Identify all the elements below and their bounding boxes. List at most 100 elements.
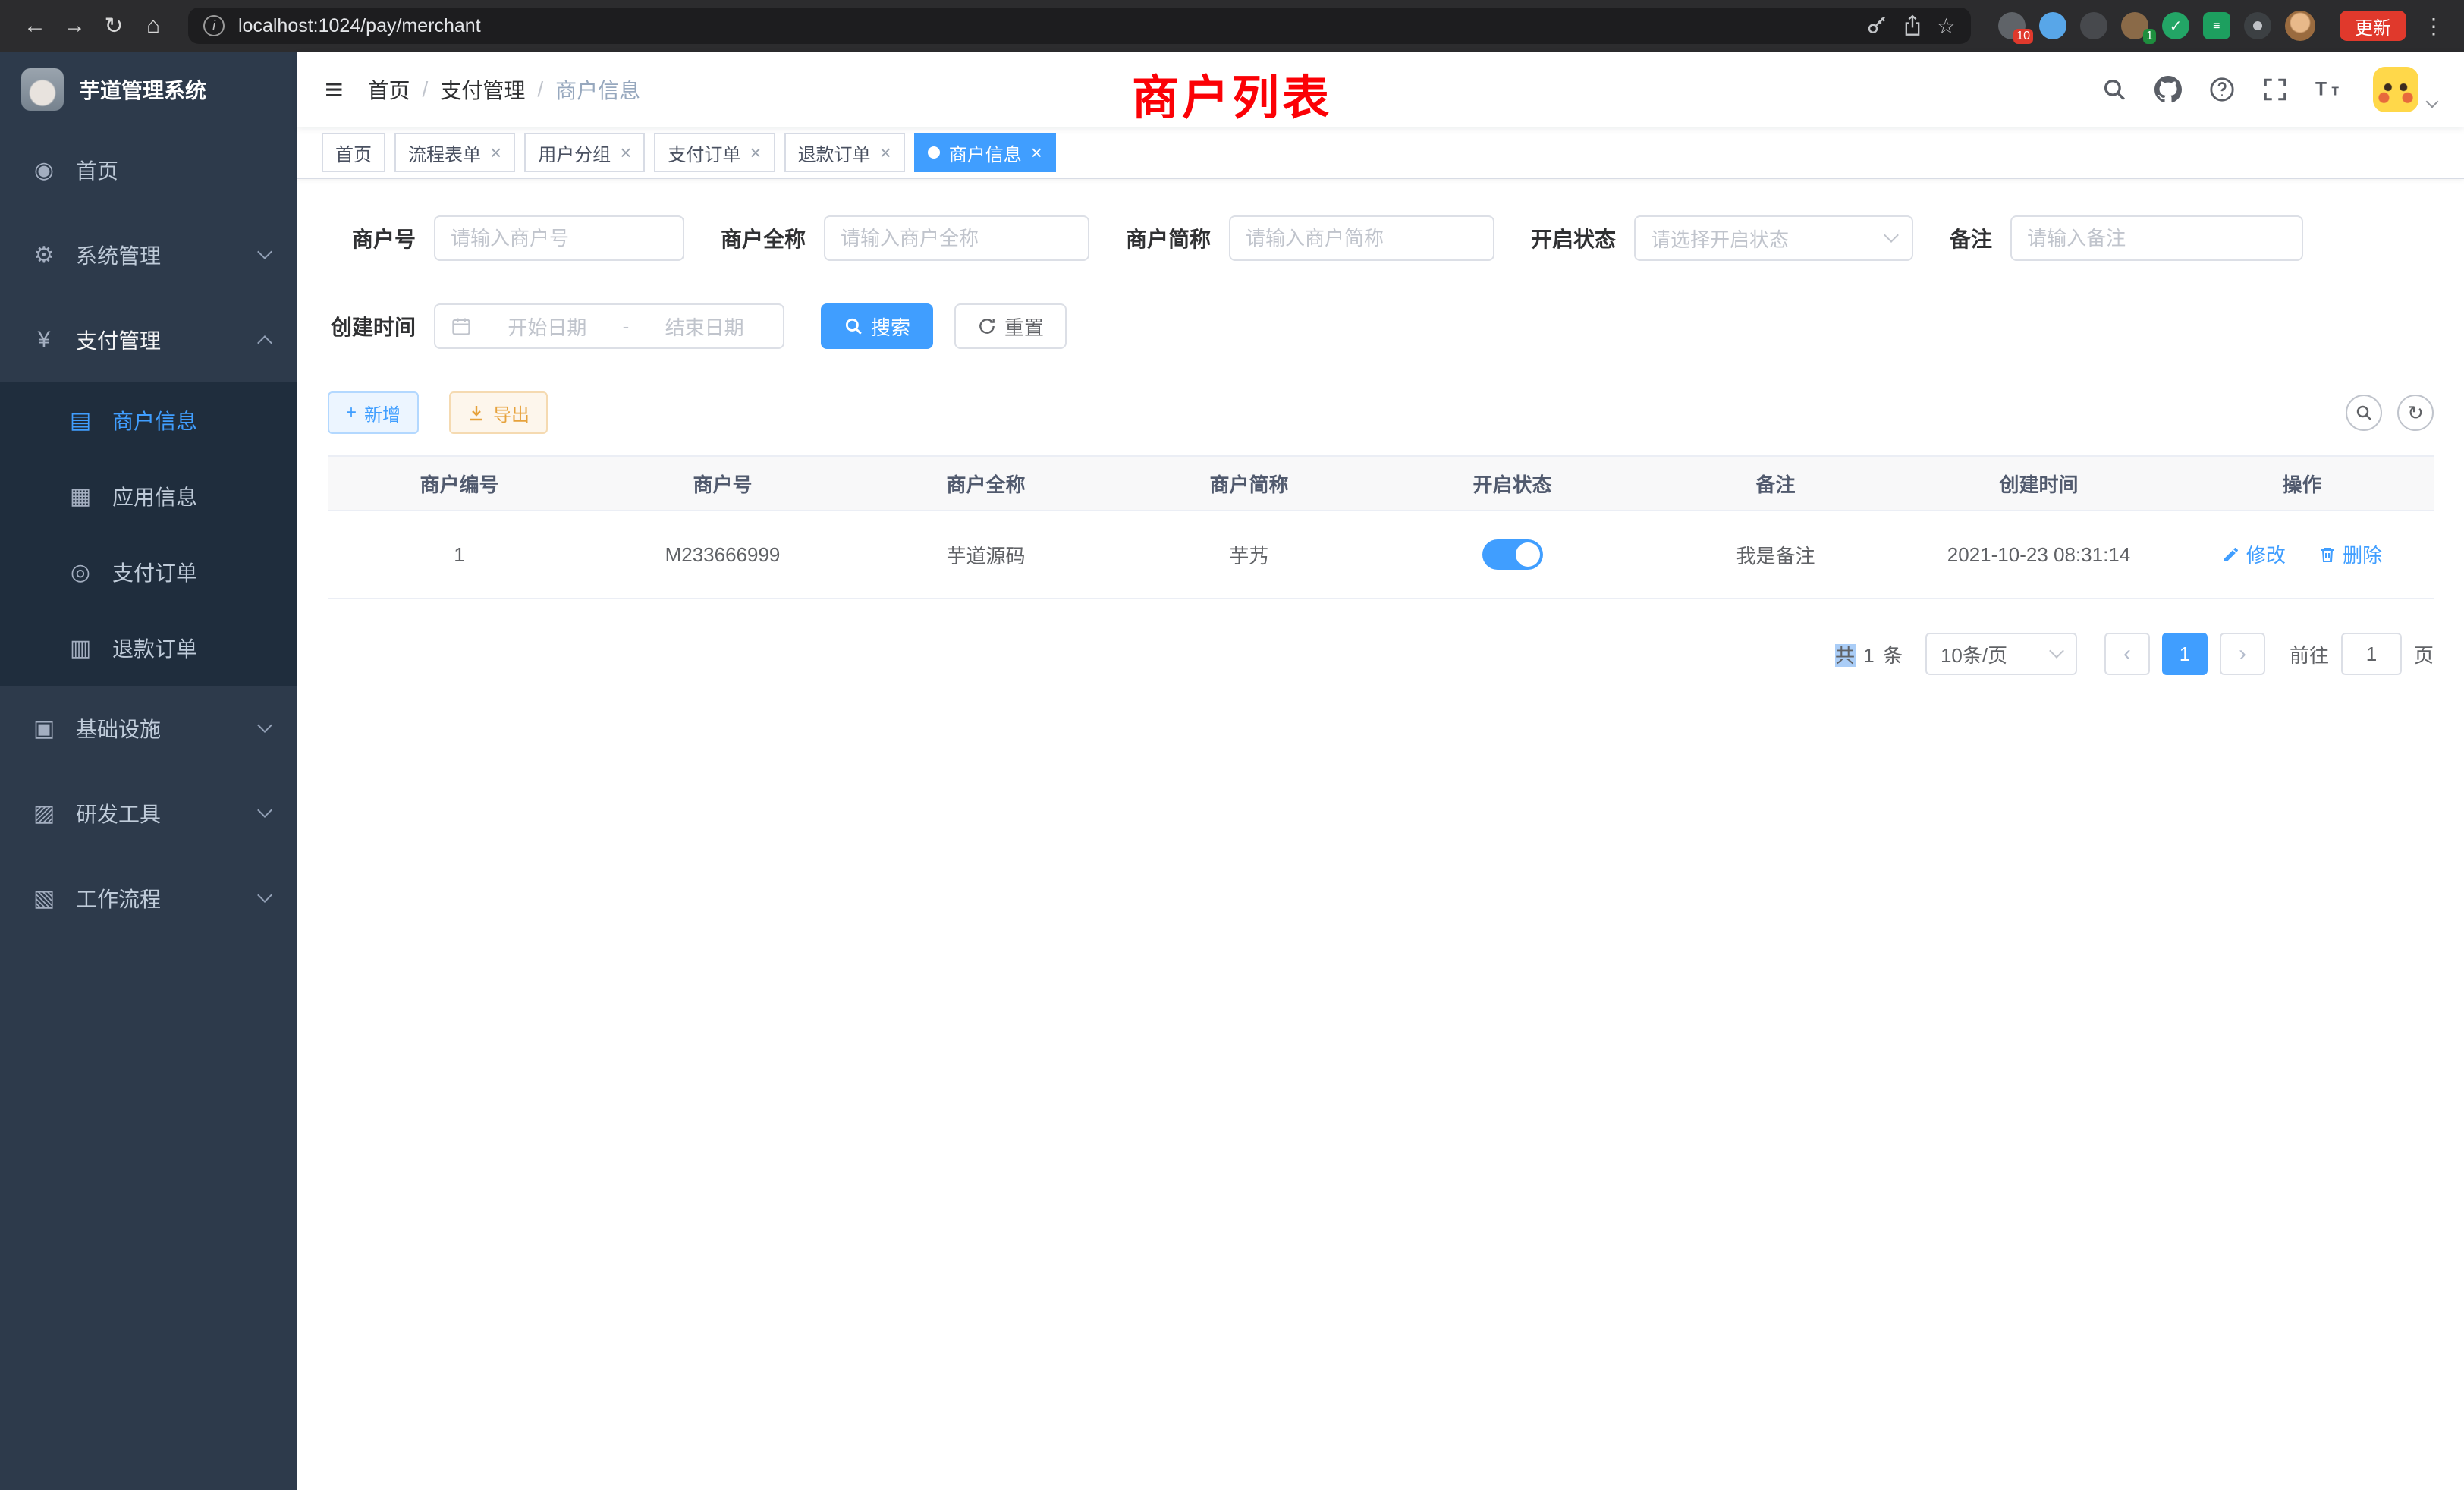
page-size-value: 10条/页 — [1941, 640, 2007, 668]
check-icon: ✓ — [2170, 17, 2183, 36]
extension-badge: 10 — [2013, 29, 2033, 44]
full-name-input[interactable] — [824, 215, 1089, 261]
browser-menu-icon[interactable]: ⋮ — [2418, 6, 2449, 46]
short-name-input[interactable] — [1229, 215, 1494, 261]
sidebar-item-label: 基础设施 — [76, 713, 241, 743]
tab-home[interactable]: 首页 — [322, 133, 385, 172]
sidebar-item-devtools[interactable]: ▨ 研发工具 — [0, 771, 297, 856]
app-logo[interactable]: 芋道管理系统 — [0, 52, 297, 127]
sidebar-item-payment[interactable]: ¥ 支付管理 — [0, 297, 297, 382]
delete-button[interactable]: 删除 — [2318, 540, 2382, 568]
tab-merchant-info[interactable]: 商户信息 × — [914, 133, 1056, 172]
sidebar-item-infra[interactable]: ▣ 基础设施 — [0, 686, 297, 771]
payment-submenu: ▤ 商户信息 ▦ 应用信息 ◎ 支付订单 ▥ 退款订单 — [0, 382, 297, 686]
cell-merchant-id: 1 — [328, 511, 591, 599]
chrome-update-button[interactable]: 更新 — [2340, 11, 2406, 41]
site-info-icon[interactable]: i — [203, 15, 225, 36]
breadcrumb-payment[interactable]: 支付管理 — [440, 74, 525, 105]
col-short-name: 商户简称 — [1117, 456, 1381, 511]
cell-create-time: 2021-10-23 08:31:14 — [1907, 511, 2170, 599]
total-prefix: 共 — [1835, 644, 1856, 667]
add-button[interactable]: + 新增 — [328, 391, 419, 434]
search-icon[interactable] — [2101, 77, 2127, 102]
status-select[interactable]: 请选择开启状态 — [1634, 215, 1913, 261]
create-time-range-input[interactable]: 开始日期 - 结束日期 — [434, 303, 784, 349]
reload-icon[interactable]: ↻ — [94, 6, 134, 46]
tab-refund-order[interactable]: 退款订单 × — [784, 133, 905, 172]
font-size-icon[interactable]: TT — [2315, 77, 2346, 102]
hamburger-icon[interactable]: ≡ — [325, 74, 344, 105]
gear-icon: ⚙ — [30, 242, 58, 269]
sidebar-item-system[interactable]: ⚙ 系统管理 — [0, 212, 297, 297]
chevron-up-icon — [257, 335, 272, 350]
back-icon[interactable]: ← — [15, 6, 55, 46]
tab-label: 首页 — [335, 140, 372, 166]
tab-pay-order[interactable]: 支付订单 × — [654, 133, 775, 172]
browser-profile-avatar[interactable] — [2285, 11, 2315, 41]
sidebar-item-label: 应用信息 — [112, 481, 270, 511]
sidebar-item-refund-order[interactable]: ▥ 退款订单 — [0, 610, 297, 686]
sidebar-item-app-info[interactable]: ▦ 应用信息 — [0, 458, 297, 534]
sidebar-item-merchant-info[interactable]: ▤ 商户信息 — [0, 382, 297, 458]
extension-pin-icon[interactable] — [2244, 12, 2271, 39]
home-icon[interactable]: ⌂ — [134, 6, 173, 46]
close-icon[interactable]: × — [620, 143, 631, 162]
close-icon[interactable]: × — [490, 143, 501, 162]
address-bar[interactable]: i localhost:1024/pay/merchant ☆ — [188, 8, 1971, 44]
close-icon[interactable]: × — [750, 143, 761, 162]
breadcrumb-home[interactable]: 首页 — [368, 74, 410, 105]
forward-icon[interactable]: → — [55, 6, 94, 46]
help-icon[interactable] — [2209, 77, 2235, 102]
sidebar-item-pay-order[interactable]: ◎ 支付订单 — [0, 534, 297, 610]
close-icon[interactable]: × — [880, 143, 891, 162]
merchant-no-input[interactable] — [434, 215, 684, 261]
refresh-icon[interactable]: ↻ — [2397, 395, 2434, 431]
select-placeholder: 请选择开启状态 — [1651, 225, 1789, 253]
card-icon: ▤ — [67, 407, 94, 434]
extension-icon[interactable] — [2039, 12, 2066, 39]
sidebar-item-workflow[interactable]: ▧ 工作流程 — [0, 856, 297, 941]
remark-input[interactable] — [2010, 215, 2303, 261]
tab-label: 流程表单 — [408, 140, 481, 166]
search-button[interactable]: 搜索 — [821, 303, 933, 349]
active-tab-dot — [928, 146, 940, 159]
tab-user-group[interactable]: 用户分组 × — [524, 133, 645, 172]
status-toggle[interactable] — [1482, 539, 1543, 570]
col-status: 开启状态 — [1381, 456, 1644, 511]
user-avatar[interactable] — [2373, 67, 2418, 112]
extension-icon[interactable]: 10 — [1998, 12, 2026, 39]
extension-icon[interactable]: 1 — [2121, 12, 2148, 39]
sidebar-item-label: 退款订单 — [112, 633, 270, 663]
tab-label: 用户分组 — [538, 140, 611, 166]
edit-button[interactable]: 修改 — [2222, 540, 2286, 568]
share-icon[interactable] — [1902, 14, 1923, 38]
cell-remark: 我是备注 — [1644, 511, 1907, 599]
cell-status — [1381, 511, 1644, 599]
prev-page-button[interactable]: ‹ — [2104, 633, 2150, 675]
tab-process-form[interactable]: 流程表单 × — [394, 133, 515, 172]
current-page-button[interactable]: 1 — [2162, 633, 2208, 675]
edit-button-label: 修改 — [2246, 540, 2286, 568]
sidebar-item-label: 系统管理 — [76, 240, 241, 270]
merchant-table: 商户编号 商户号 商户全称 商户简称 开启状态 备注 创建时间 操作 1 M23… — [328, 455, 2434, 599]
extension-icon[interactable]: ✓ — [2162, 12, 2189, 39]
fullscreen-icon[interactable] — [2262, 77, 2288, 102]
github-icon[interactable] — [2154, 76, 2182, 103]
cell-actions: 修改 删除 — [2170, 511, 2434, 599]
workflow-icon: ▧ — [30, 885, 58, 912]
export-button[interactable]: 导出 — [449, 391, 548, 434]
calendar-icon — [451, 316, 472, 337]
extension-icon[interactable] — [2080, 12, 2107, 39]
close-icon[interactable]: × — [1031, 143, 1042, 162]
reset-button[interactable]: 重置 — [954, 303, 1067, 349]
extension-icon[interactable]: ≡ — [2203, 12, 2230, 39]
star-icon[interactable]: ☆ — [1937, 14, 1956, 39]
key-icon[interactable] — [1865, 14, 1888, 37]
filter-row-2: 创建时间 开始日期 - 结束日期 搜索 — [328, 303, 2434, 349]
page-size-select[interactable]: 10条/页 — [1925, 633, 2077, 675]
sidebar-item-home[interactable]: ◉ 首页 — [0, 127, 297, 212]
next-page-button[interactable]: › — [2220, 633, 2265, 675]
goto-page-input[interactable] — [2341, 633, 2402, 675]
filter-label: 备注 — [1950, 223, 2010, 253]
toggle-search-icon[interactable] — [2346, 395, 2382, 431]
